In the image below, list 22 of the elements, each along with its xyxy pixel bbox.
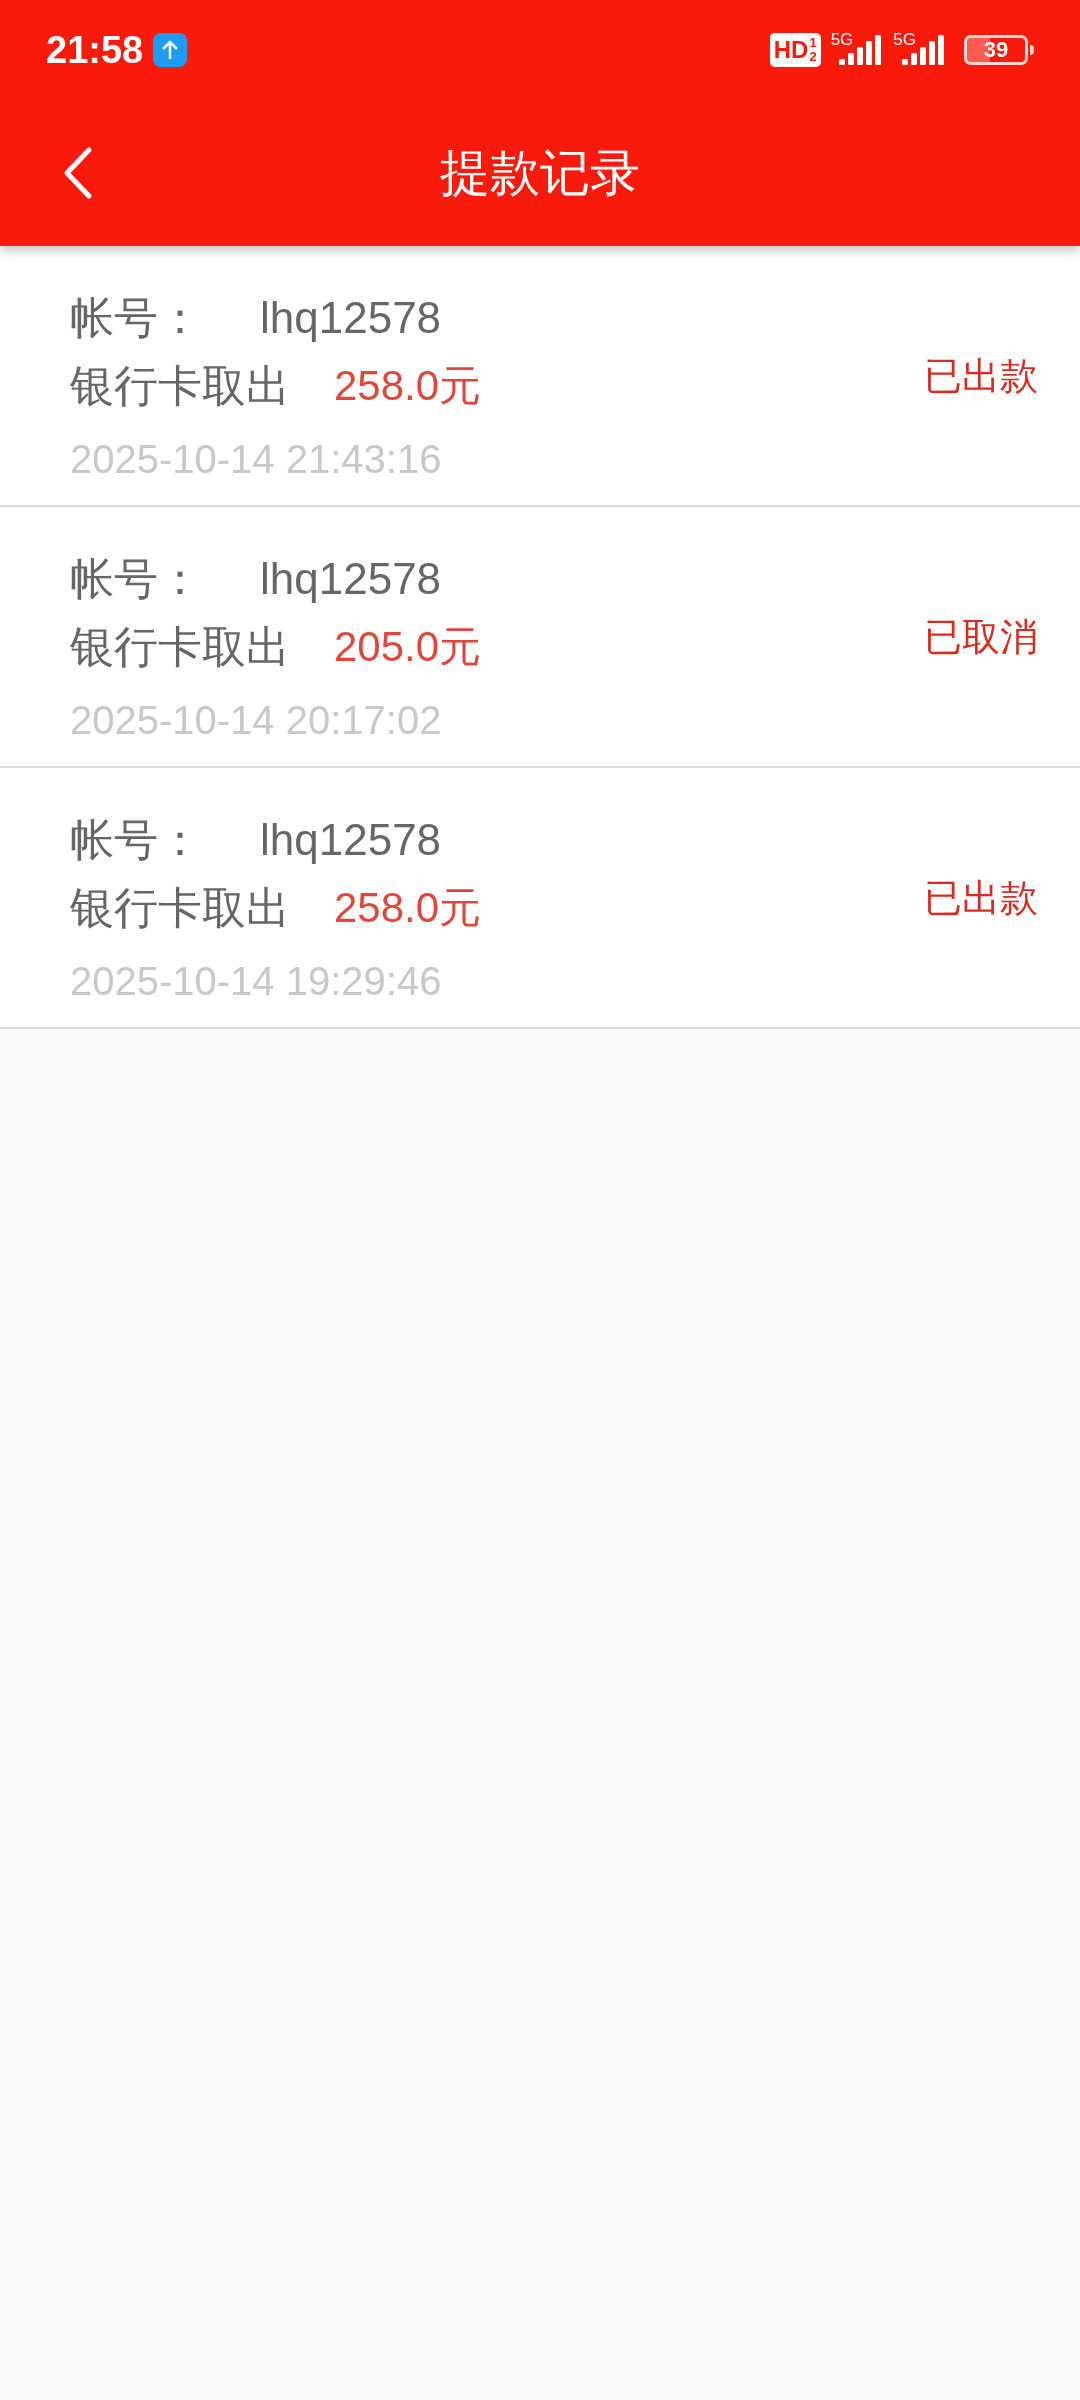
account-label: 帐号：: [70, 552, 203, 605]
withdraw-amount: 205.0元: [334, 622, 482, 672]
back-icon: [63, 146, 93, 200]
withdraw-status: 已取消: [924, 615, 1038, 660]
withdraw-status: 已出款: [924, 354, 1038, 399]
page-title: 提款记录: [440, 143, 640, 203]
withdraw-method: 银行卡取出: [70, 881, 290, 934]
withdraw-method: 银行卡取出: [70, 620, 290, 673]
account-label: 帐号：: [70, 291, 203, 344]
upload-icon: [153, 33, 188, 67]
withdraw-status: 已出款: [924, 876, 1038, 921]
battery-indicator: 39: [964, 35, 1034, 65]
network-label: 5G: [830, 31, 854, 48]
account-value: lhq12578: [260, 552, 442, 605]
network-label: 5G: [893, 31, 916, 48]
account-value: lhq12578: [260, 291, 442, 344]
status-time: 21:58: [46, 27, 144, 73]
account-value: lhq12578: [260, 813, 442, 866]
withdraw-amount: 258.0元: [334, 361, 482, 411]
withdraw-method: 银行卡取出: [70, 359, 290, 412]
account-label: 帐号：: [70, 813, 203, 866]
withdraw-amount: 258.0元: [334, 883, 482, 933]
